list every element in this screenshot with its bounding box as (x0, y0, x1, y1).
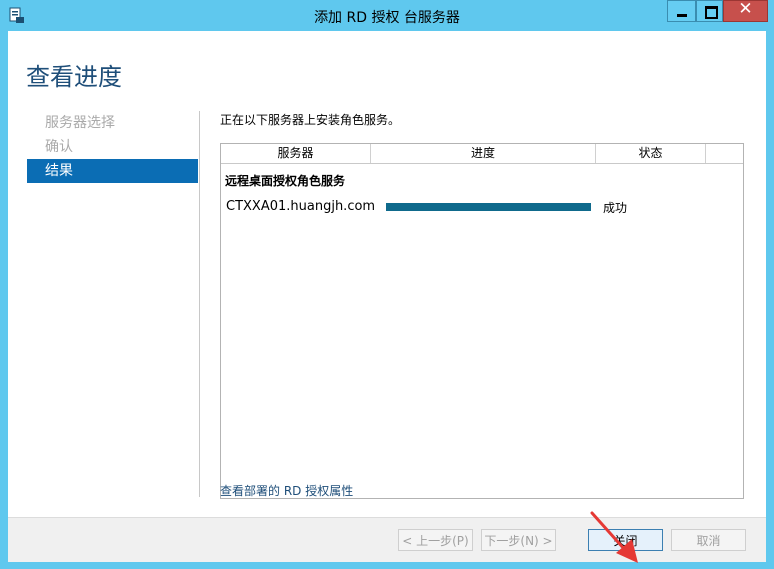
view-rd-licensing-properties-link[interactable]: 查看部署的 RD 授权属性 (220, 482, 353, 499)
table-header: 服务器 进度 状态 (221, 144, 743, 164)
footer-bar: < 上一步(P) 下一步(N) > 关闭 取消 (8, 517, 766, 562)
close-window-button[interactable]: ✕ (723, 0, 768, 22)
minimize-icon (677, 14, 687, 17)
column-header-server[interactable]: 服务器 (221, 144, 371, 163)
minimize-button[interactable] (667, 0, 696, 22)
wizard-body: 查看进度 服务器选择 确认 结果 正在以下服务器上安装角色服务。 服务器 进度 … (8, 31, 766, 563)
wizard-nav: 服务器选择 确认 结果 (27, 111, 198, 183)
nav-item-results[interactable]: 结果 (27, 159, 198, 183)
maximize-button[interactable] (696, 0, 723, 22)
group-label: 远程桌面授权角色服务 (225, 174, 346, 188)
status-text: 成功 (603, 201, 628, 215)
close-icon: ✕ (738, 0, 753, 19)
progress-bar-fill (386, 203, 591, 211)
nav-item-server-selection[interactable]: 服务器选择 (27, 111, 198, 135)
column-header-status[interactable]: 状态 (596, 144, 706, 163)
cancel-button[interactable]: 取消 (671, 529, 746, 551)
column-header-empty (706, 144, 743, 163)
progress-table: 服务器 进度 状态 远程桌面授权角色服务 CTXXA01.huangjh.com… (220, 143, 744, 499)
previous-button[interactable]: < 上一步(P) (398, 529, 473, 551)
progress-bar (386, 203, 591, 211)
column-header-progress[interactable]: 进度 (371, 144, 596, 163)
progress-description: 正在以下服务器上安装角色服务。 (220, 113, 401, 127)
page-title: 查看进度 (26, 63, 122, 91)
next-button[interactable]: 下一步(N) > (481, 529, 556, 551)
table-row[interactable]: CTXXA01.huangjh.com 成功 (221, 196, 743, 218)
nav-divider (199, 111, 200, 497)
nav-item-confirmation[interactable]: 确认 (27, 135, 198, 159)
window-title: 添加 RD 授权 台服务器 (314, 10, 460, 26)
maximize-icon (705, 6, 718, 19)
close-button[interactable]: 关闭 (588, 529, 663, 551)
title-bar: 添加 RD 授权 台服务器 ✕ (0, 0, 774, 31)
server-name: CTXXA01.huangjh.com (226, 199, 376, 214)
